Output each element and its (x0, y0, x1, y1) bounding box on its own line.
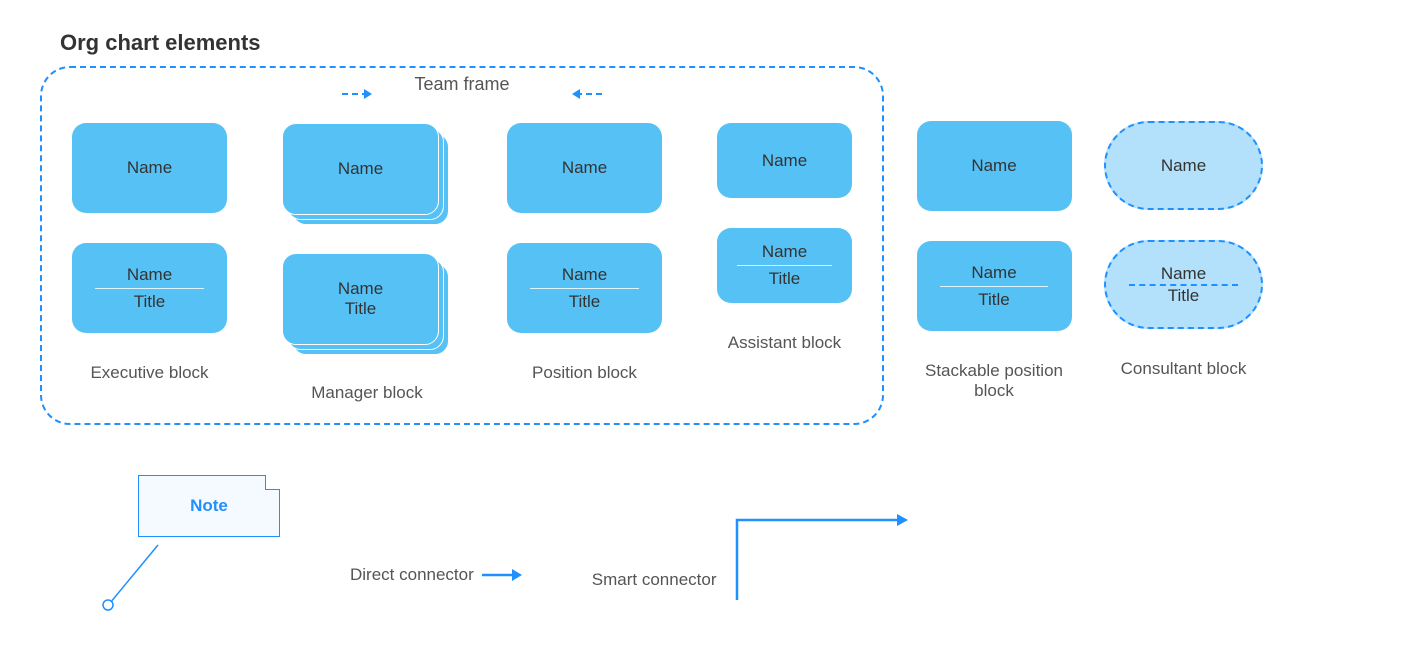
team-frame: Team frame Name Name Title Executive blo… (40, 66, 884, 425)
caption-position: Position block (532, 363, 637, 383)
block-name-text: Name (1161, 156, 1206, 176)
caption-stackable: Stackable position block (914, 361, 1074, 402)
caption-assistant: Assistant block (728, 333, 841, 353)
executive-column: Name Name Title Executive block (72, 123, 227, 403)
block-name-text: Name (1161, 264, 1206, 284)
page-title: Org chart elements (60, 30, 1372, 56)
block-name-text: Name (562, 262, 607, 288)
manager-block-name-title-stack[interactable]: Name Title (282, 253, 452, 353)
smart-connector[interactable]: Smart connector (592, 510, 912, 605)
block-title-text: Title (345, 299, 377, 319)
block-name-text: Name (338, 279, 383, 299)
block-name-text: Name (127, 155, 172, 181)
block-name-text: Name (762, 148, 807, 174)
executive-block-name-title[interactable]: Name Title (72, 243, 227, 333)
block-name-text: Name (338, 159, 383, 179)
note-group: Note (100, 475, 280, 605)
arrow-left-icon (572, 83, 602, 106)
block-name-text: Name (971, 153, 1016, 179)
block-title-text: Title (569, 289, 601, 315)
top-area: Team frame Name Name Title Executive blo… (40, 66, 1372, 425)
consultant-block-name-title[interactable]: Name Title (1104, 240, 1263, 329)
note-pointer (100, 540, 165, 605)
team-frame-label: Team frame (414, 74, 509, 95)
block-name-text: Name (971, 260, 1016, 286)
block-title-text: Title (1168, 286, 1200, 306)
caption-manager: Manager block (311, 383, 423, 403)
assistant-block-name-title[interactable]: Name Title (717, 228, 852, 303)
assistant-block-name[interactable]: Name (717, 123, 852, 198)
assistant-column: Name Name Title Assistant block (717, 123, 852, 403)
stackable-block-name[interactable]: Name (917, 121, 1072, 211)
executive-block-name[interactable]: Name (72, 123, 227, 213)
manager-block-name-stack[interactable]: Name (282, 123, 452, 223)
position-block-name[interactable]: Name (507, 123, 662, 213)
bottom-area: Note Direct connector Smart connector (40, 475, 1372, 605)
caption-consultant: Consultant block (1121, 359, 1247, 379)
caption-executive: Executive block (90, 363, 208, 383)
manager-column: Name Name Title Manager block (282, 123, 452, 403)
position-block-name-title[interactable]: Name Title (507, 243, 662, 333)
block-title-text: Title (134, 289, 166, 315)
stack-layer-top: Name Title (282, 253, 439, 345)
note-shape[interactable]: Note (138, 475, 280, 537)
stack-layer-top: Name (282, 123, 439, 215)
direct-connector[interactable]: Direct connector (350, 565, 522, 605)
block-name-text: Name (762, 239, 807, 265)
note-text: Note (190, 496, 228, 516)
direct-connector-label: Direct connector (350, 565, 474, 585)
consultant-block-name[interactable]: Name (1104, 121, 1263, 210)
block-name-text: Name (562, 155, 607, 181)
stackable-column: Name Name Title Stackable position block (914, 66, 1074, 402)
smart-connector-label: Smart connector (592, 570, 717, 605)
block-name-text: Name (127, 262, 172, 288)
position-column: Name Name Title Position block (507, 123, 662, 403)
consultant-column: Name Name Title Consultant block (1104, 66, 1263, 379)
stackable-block-name-title[interactable]: Name Title (917, 241, 1072, 331)
block-title-text: Title (978, 287, 1010, 313)
block-title-text: Title (769, 266, 801, 292)
arrow-right-icon (342, 83, 372, 106)
